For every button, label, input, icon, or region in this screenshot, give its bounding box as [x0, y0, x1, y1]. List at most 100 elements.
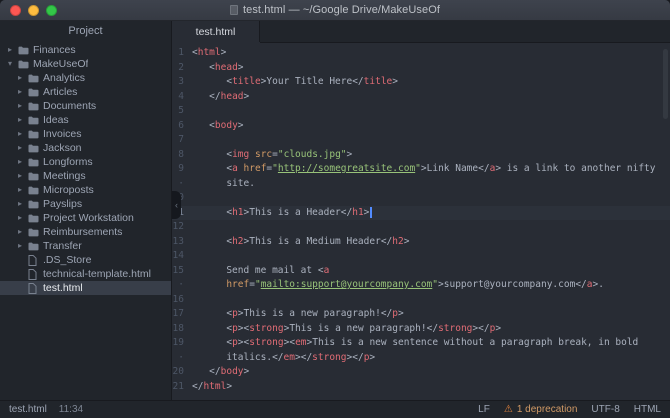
file-icon [28, 269, 43, 280]
chevron-right-icon: ▸ [18, 157, 28, 167]
minimize-button[interactable] [28, 5, 39, 16]
code-text: <h1>This is a Header</h1> [192, 206, 670, 221]
tree-item-label: .DS_Store [43, 254, 91, 266]
code-line-wrap-9[interactable]: · site. [172, 177, 670, 192]
line-number: 2 [172, 61, 192, 76]
tree-item-meetings[interactable]: ▸Meetings [0, 169, 171, 183]
tree-item-microposts[interactable]: ▸ Microposts [0, 183, 171, 197]
code-line-17[interactable]: 17 <p>This is a new paragraph!</p> [172, 307, 670, 322]
code-line-4[interactable]: 4 </head> [172, 90, 670, 105]
code-line-16[interactable]: 16 [172, 293, 670, 308]
status-grammar[interactable]: HTML [634, 404, 661, 415]
code-line-14[interactable]: 14 [172, 249, 670, 264]
code-line-1[interactable]: 1<html> [172, 46, 670, 61]
code-line-21[interactable]: 21</html> [172, 380, 670, 395]
code-line-8[interactable]: 8 <img src="clouds.jpg"> [172, 148, 670, 163]
tree-item-technical-template-html[interactable]: technical-template.html [0, 267, 171, 281]
tree-item-articles[interactable]: ▸Articles [0, 85, 171, 99]
line-number: 9 [172, 162, 192, 177]
code-text: <h2>This is a Medium Header</h2> [192, 235, 670, 250]
code-line-20[interactable]: 20 </body> [172, 365, 670, 380]
tree-item-label: test.html [43, 282, 83, 294]
status-encoding[interactable]: UTF-8 [591, 404, 619, 415]
tree-item-finances[interactable]: ▸Finances [0, 43, 171, 57]
status-cursor-position[interactable]: 11:34 [59, 404, 83, 415]
folder-icon [18, 46, 33, 55]
folder-icon [28, 242, 43, 251]
line-number: 15 [172, 264, 192, 279]
tree-item-label: Transfer [43, 240, 82, 252]
line-number: 17 [172, 307, 192, 322]
status-deprecations[interactable]: ⚠ 1 deprecation [504, 404, 578, 415]
sidebar-toggle-handle[interactable]: ‹ [172, 191, 181, 219]
tree-item-invoices[interactable]: ▸Invoices [0, 127, 171, 141]
tree-item-label: Microposts [43, 184, 94, 196]
chevron-right-icon: ▸ [18, 143, 28, 153]
text-cursor [370, 207, 372, 218]
code-line-7[interactable]: 7 [172, 133, 670, 148]
status-right-group: LF ⚠ 1 deprecation UTF-8 HTML [478, 404, 661, 415]
folder-icon [28, 88, 43, 97]
tree-item-label: technical-template.html [43, 268, 151, 280]
tree-item-ideas[interactable]: ▸Ideas [0, 113, 171, 127]
chevron-right-icon: ▸ [18, 101, 28, 111]
tree-item-label: Reimbursements [43, 226, 122, 238]
code-text [192, 249, 670, 264]
chevron-right-icon: ▸ [18, 185, 28, 195]
line-number: 5 [172, 104, 192, 119]
tree-item-payslips[interactable]: ▸Payslips [0, 197, 171, 211]
tree-item-documents[interactable]: ▸Documents [0, 99, 171, 113]
code-editor[interactable]: 1<html>2 <head>3 <title>Your Title Here<… [172, 43, 670, 400]
code-line-15[interactable]: 15 Send me mail at <a [172, 264, 670, 279]
code-line-6[interactable]: 6 <body> [172, 119, 670, 134]
code-line-wrap-16[interactable]: · href="mailto:support@yourcompany.com">… [172, 278, 670, 293]
code-text: site. [192, 177, 670, 192]
line-number: · [172, 278, 192, 293]
code-line-10[interactable]: 10 [172, 191, 670, 206]
code-line-12[interactable]: 12 [172, 220, 670, 235]
tree-item-project-workstation[interactable]: ▸Project Workstation [0, 211, 171, 225]
code-text: italics.</em></strong></p> [192, 351, 670, 366]
code-line-3[interactable]: 3 <title>Your Title Here</title> [172, 75, 670, 90]
chevron-down-icon: ▾ [8, 59, 18, 69]
tab-bar: test.html [172, 21, 670, 43]
tree-item-ds-store[interactable]: .DS_Store [0, 253, 171, 267]
tree-item-longforms[interactable]: ▸Longforms [0, 155, 171, 169]
tree-item-transfer[interactable]: ▸ Transfer [0, 239, 171, 253]
close-button[interactable] [10, 5, 21, 16]
chevron-right-icon: ▸ [18, 241, 28, 251]
tree-item-analytics[interactable]: ▸Analytics [0, 71, 171, 85]
status-line-ending[interactable]: LF [478, 404, 490, 415]
tree-item-label: Invoices [43, 128, 82, 140]
code-line-18[interactable]: 18 <p><strong>This is a new paragraph!</… [172, 322, 670, 337]
line-number: 20 [172, 365, 192, 380]
chevron-right-icon: ▸ [18, 199, 28, 209]
folder-icon [28, 214, 43, 223]
tab-test-html[interactable]: test.html [172, 21, 260, 42]
code-line-9[interactable]: 9 <a href="http://somegreatsite.com">Lin… [172, 162, 670, 177]
code-text: Send me mail at <a [192, 264, 670, 279]
tree-item-label: Ideas [43, 114, 69, 126]
zoom-button[interactable] [46, 5, 57, 16]
code-text: <img src="clouds.jpg"> [192, 148, 670, 163]
document-proxy-icon [230, 5, 238, 15]
folder-icon [28, 172, 43, 181]
tree-item-label: Analytics [43, 72, 85, 84]
tree-item-test-html[interactable]: test.html [0, 281, 171, 295]
tree-item-reimbursements[interactable]: ▸Reimbursements [0, 225, 171, 239]
chevron-right-icon: ▸ [18, 87, 28, 97]
tree-item-label: MakeUseOf [33, 58, 88, 70]
code-line-2[interactable]: 2 <head> [172, 61, 670, 76]
code-text: <p><strong><em>This is a new sentence wi… [192, 336, 670, 351]
tree-item-jackson[interactable]: ▸Jackson [0, 141, 171, 155]
line-number: 7 [172, 133, 192, 148]
code-line-5[interactable]: 5 [172, 104, 670, 119]
code-line-13[interactable]: 13 <h2>This is a Medium Header</h2> [172, 235, 670, 250]
tree-item-label: Finances [33, 44, 76, 56]
editor-scrollbar-thumb[interactable] [663, 49, 668, 119]
code-line-wrap-21[interactable]: · italics.</em></strong></p> [172, 351, 670, 366]
tree-item-makeuseof[interactable]: ▾ MakeUseOf [0, 57, 171, 71]
code-line-19[interactable]: 19 <p><strong><em>This is a new sentence… [172, 336, 670, 351]
code-line-11[interactable]: 11 <h1>This is a Header</h1> [172, 206, 670, 221]
folder-icon [28, 116, 43, 125]
